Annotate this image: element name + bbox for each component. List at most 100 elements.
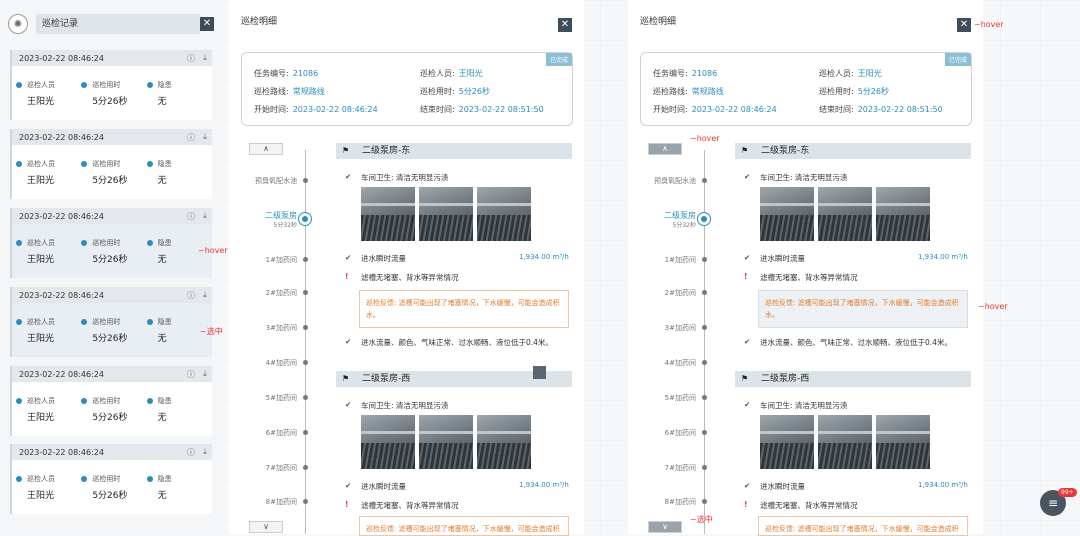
inspection-photo[interactable] [361,415,415,469]
timeline-dot [702,178,707,183]
inspection-photo[interactable] [818,187,872,241]
inspection-photo[interactable] [419,187,473,241]
inspection-photo[interactable] [361,187,415,241]
bullet-icon [146,161,153,167]
timeline-station[interactable]: 6#加药间 [237,428,297,438]
photo-gallery [760,187,930,241]
inspection-photo[interactable] [876,187,930,241]
bullet-icon [16,240,22,246]
info-icon[interactable]: ⓘ [184,53,198,64]
info-icon[interactable]: ⓘ [184,369,198,380]
bullet-icon [81,161,88,167]
bullet-icon [81,240,88,246]
duration-label: 巡检用时 [81,159,146,169]
timeline-station[interactable]: 8#加药间 [636,497,696,507]
timeline-dot [702,499,707,504]
timeline-station[interactable]: 3#加药间 [636,323,696,333]
timeline-station[interactable]: 2#加药间 [636,288,696,298]
timeline-dot [702,290,707,295]
record-card[interactable]: 2023-02-22 08:46:24 ⓘ ⤓ 巡检人员 王阳光 巡检用时 5分26… [10,208,212,278]
feedback-box[interactable]: 巡检反馈: 滤槽可能出现了堵塞情况，下水缓慢，可能会造成积水。 [359,516,569,536]
download-icon[interactable]: ⤓ [198,369,212,379]
timeline-station[interactable]: 4#加药间 [237,358,297,368]
timeline-station[interactable]: 4#加药间 [636,358,696,368]
feedback-box[interactable]: 巡检反馈: 滤槽可能出现了堵塞情况，下水缓慢，可能会造成积水。 [758,290,968,328]
inspection-photo[interactable] [876,415,930,469]
timeline-station[interactable]: 3#加药间 [237,323,297,333]
timeline-dot [303,499,308,504]
detail-panel-2: 巡检明细 ✕ 已完成 任务编号: 21086 巡检路线: 常规路线 开始时间: 2023… [628,0,983,536]
download-icon[interactable]: ⤓ [198,211,212,221]
timeline-dot [303,325,308,330]
timeline-station[interactable]: 预臭氧配水池 [636,176,696,186]
info-icon[interactable]: ⓘ [184,211,198,222]
hazard-value: 无 [157,97,167,107]
issue-item: ! 滤槽无堵塞、背水等异常情况 [744,500,858,510]
timeline-station[interactable]: 7#加药间 [636,463,696,473]
inspection-photo[interactable] [477,415,531,469]
person-field: 巡检人员: 王阳光 [819,69,882,78]
timeline-station[interactable]: 1#加药间 [636,255,696,265]
record-card[interactable]: 2023-02-22 08:46:24 ⓘ ⤓ 巡检人员 王阳光 巡检用时 5分26… [10,444,212,514]
duration-label: 巡检用时 [81,317,146,327]
inspection-photo[interactable] [419,415,473,469]
timeline-station[interactable]: 1#加药间 [237,255,297,265]
check-icon: ✔ [744,481,751,490]
download-icon[interactable]: ⤓ [198,290,212,300]
timeline-dot [303,395,308,400]
inspection-photo[interactable] [818,415,872,469]
hazard-label: 隐患 [146,159,212,169]
card-header: 2023-02-22 08:46:24 ⓘ ⤓ [12,444,212,460]
info-icon[interactable]: ⓘ [184,132,198,143]
timeline-station-duration: 5分32秒 [273,222,297,229]
record-card[interactable]: 2023-02-22 08:46:24 ⓘ ⤓ 巡检人员 王阳光 巡检用时 5分26… [10,129,212,199]
person-label: 巡检人员 [16,80,81,90]
feedback-box[interactable]: 巡检反馈: 滤槽可能出现了堵塞情况，下水缓慢，可能会造成积水。 [359,290,569,328]
end-field: 结束时间: 2023-02-22 08:51:50 [420,105,544,114]
scroll-handle[interactable] [533,366,546,379]
duration-value: 5分26秒 [92,97,128,107]
record-card[interactable]: 2023-02-22 08:46:24 ⓘ ⤓ 巡检人员 王阳光 巡检用时 5分26… [10,50,212,120]
timeline-station[interactable]: 8#加药间 [237,497,297,507]
timeline-dot [702,395,707,400]
feedback-box[interactable]: 巡检反馈: 滤槽可能出现了堵塞情况，下水缓慢，可能会造成积水。 [758,516,968,536]
bullet-icon [81,82,88,88]
timeline-dot [303,178,308,183]
bullet-icon [16,161,22,167]
list-close-button[interactable]: ✕ [200,17,214,31]
download-icon[interactable]: ⤓ [198,53,212,63]
record-card[interactable]: 2023-02-22 08:46:24 ⓘ ⤓ 巡检人员 王阳光 巡检用时 5分26… [10,366,212,436]
info-icon[interactable]: ⓘ [184,290,198,301]
timeline-station[interactable]: 2#加药间 [237,288,297,298]
detail-close-button[interactable]: ✕ [558,18,572,32]
timeline-dot [702,325,707,330]
timeline-dot [303,430,308,435]
photo-gallery [760,415,930,469]
issue-item: ! 滤槽无堵塞、背水等异常情况 [744,272,858,282]
download-icon[interactable]: ⤓ [198,132,212,142]
inspection-photo[interactable] [477,187,531,241]
timeline: 预臭氧配水池 二级泵房 5分32秒 1#加药间 2#加药间 3#加药间 4#加药间 5#加药间… [237,0,321,534]
inspection-photo[interactable] [760,415,814,469]
flag-icon: ⚑ [342,146,350,155]
timeline-station[interactable]: 5#加药间 [636,393,696,403]
info-icon[interactable]: ⓘ [184,447,198,458]
record-card[interactable]: 2023-02-22 08:46:24 ⓘ ⤓ 巡检人员 王阳光 巡检用时 5分26… [10,287,212,357]
person-label: 巡检人员 [16,159,81,169]
warning-icon: ! [345,500,349,509]
detail-close-button[interactable]: ✕ [957,18,971,32]
card-datetime: 2023-02-22 08:46:24 [19,447,104,457]
timeline-station[interactable]: 7#加药间 [237,463,297,473]
inspection-photo[interactable] [760,187,814,241]
download-icon[interactable]: ⤓ [198,447,212,457]
timeline-station[interactable]: 预臭氧配水池 [237,176,297,186]
issue-item: ! 滤槽无堵塞、背水等异常情况 [345,500,459,510]
bullet-icon [16,82,22,88]
timeline-dot [303,465,308,470]
check-item-hygiene: ✔ 车间卫生: 清洁无明显污渍 [345,400,449,410]
timeline-station[interactable]: 5#加药间 [237,393,297,403]
timeline-station[interactable]: 6#加药间 [636,428,696,438]
status-badge: 已完成 [545,53,572,66]
bullet-icon [16,319,22,325]
bullet-icon [146,240,153,246]
